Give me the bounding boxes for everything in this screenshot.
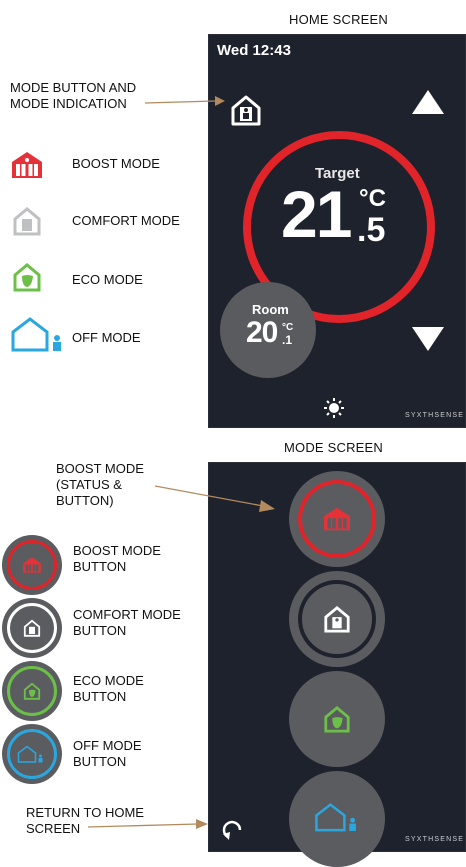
comfort-house-icon [324, 605, 350, 633]
off-mode-button[interactable] [289, 771, 385, 867]
annotation-boost-status-line2: (STATUS & [56, 477, 122, 492]
legend-boost-button [2, 535, 62, 595]
legend-off-button [2, 724, 62, 784]
brand-logo: SYXTHSENSE [405, 836, 465, 843]
legend-off-button-line1: OFF MODE [73, 738, 142, 753]
legend-comfort-icon [12, 206, 42, 241]
brightness-button[interactable] [323, 397, 345, 424]
return-home-button[interactable] [221, 818, 245, 847]
legend-eco-button-line1: ECO MODE [73, 673, 144, 688]
legend-boost-button-line2: BUTTON [73, 559, 127, 574]
increase-temperature-button[interactable] [412, 90, 444, 119]
legend-comfort-button-line2: BUTTON [73, 623, 127, 638]
eco-house-icon [13, 263, 41, 292]
annotation-boost-status-line1: BOOST MODE [56, 461, 144, 476]
comfort-mode-button[interactable] [289, 571, 385, 667]
annotation-return-line2: SCREEN [26, 821, 81, 836]
target-temperature-unit: °C [359, 185, 386, 212]
triangle-up-icon [412, 90, 444, 114]
annotation-arrow-boost [155, 485, 275, 512]
return-arrow-icon [222, 820, 242, 840]
target-temperature-integer: 21 [281, 177, 352, 251]
boost-house-icon [324, 507, 350, 531]
off-house-icon [17, 745, 43, 763]
room-temperature-integer: 20 [246, 316, 278, 349]
datetime: Wed 12:43 [217, 42, 291, 59]
legend-off-button-line2: BUTTON [73, 754, 127, 769]
boost-house-icon [23, 557, 41, 573]
comfort-house-icon [231, 95, 261, 126]
target-temperature-decimal: .5 [357, 211, 386, 249]
brand-logo: SYXTHSENSE [405, 412, 465, 419]
home-screen-title: HOME SCREEN [289, 12, 388, 27]
off-house-icon [11, 317, 61, 352]
legend-comfort-button-line1: COMFORT MODE [73, 607, 181, 622]
legend-boost-icon [10, 150, 44, 185]
eco-house-icon [324, 705, 350, 733]
mode-screen-title: MODE SCREEN [284, 440, 383, 455]
annotation-arrow-mode [145, 96, 225, 106]
legend-eco-button [2, 661, 62, 721]
off-house-icon [315, 803, 356, 832]
annotation-mode-button-line2: MODE INDICATION [10, 96, 127, 111]
legend-eco-label: ECO MODE [72, 272, 143, 287]
legend-eco-icon [12, 262, 42, 297]
legend-comfort-label: COMFORT MODE [72, 213, 180, 228]
sun-icon [324, 398, 344, 418]
boost-house-icon [12, 152, 42, 178]
decrease-temperature-button[interactable] [412, 327, 444, 356]
legend-eco-button-line2: BUTTON [73, 689, 127, 704]
boost-mode-button[interactable] [289, 471, 385, 567]
mode-button[interactable] [229, 93, 263, 127]
legend-off-label: OFF MODE [72, 330, 141, 345]
eco-house-icon [23, 682, 41, 700]
room-label: Room [252, 302, 289, 317]
annotation-mode-button-line1: MODE BUTTON AND [10, 80, 137, 95]
legend-comfort-button [2, 598, 62, 658]
legend-off-icon [10, 316, 66, 357]
room-temperature-decimal: .1 [282, 333, 293, 347]
legend-boost-label: BOOST MODE [72, 156, 160, 171]
comfort-house-icon [13, 207, 41, 236]
legend-boost-button-line1: BOOST MODE [73, 543, 161, 558]
mode-screen: SYXTHSENSE [208, 462, 466, 867]
home-screen: Wed 12:43 Target 21 °C .5 Room 20 °C .1 [208, 34, 466, 428]
room-temperature-unit: °C [282, 322, 294, 333]
comfort-house-icon [23, 619, 41, 637]
annotation-arrow-return [88, 819, 208, 829]
triangle-down-icon [412, 327, 444, 351]
annotation-boost-status-line3: BUTTON) [56, 493, 114, 508]
eco-mode-button[interactable] [289, 671, 385, 767]
